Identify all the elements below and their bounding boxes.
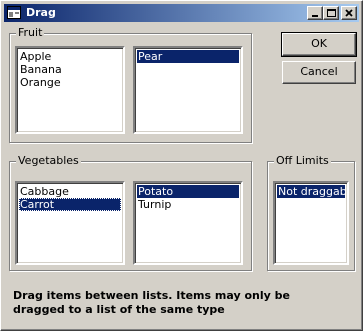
list-item[interactable]: Pear (137, 50, 239, 63)
window-app-icon (7, 6, 21, 19)
cancel-button[interactable]: Cancel (282, 61, 356, 84)
vegetables-source-list[interactable]: Cabbage Carrot (15, 181, 125, 265)
list-item[interactable]: Orange (19, 76, 121, 89)
list-item[interactable]: Not draggable (277, 185, 347, 198)
instructions-text: Drag items between lists. Items may only… (13, 289, 290, 316)
window-title: Drag (26, 6, 56, 19)
list-item[interactable]: Banana (19, 63, 121, 76)
off-limits-list[interactable]: Not draggable (273, 181, 349, 265)
list-item[interactable]: Cabbage (19, 185, 121, 198)
vegetables-target-list[interactable]: Potato Turnip (133, 181, 243, 265)
drag-dialog: Drag Fruit Apple Banana Orange Pear Vegeta… (0, 0, 363, 331)
minimize-icon (312, 15, 318, 17)
maximize-icon (327, 9, 336, 17)
close-button[interactable] (341, 6, 357, 20)
ok-button[interactable]: OK (281, 32, 357, 57)
list-item[interactable]: Carrot (19, 198, 121, 211)
maximize-button[interactable] (323, 6, 339, 20)
title-bar[interactable]: Drag (4, 4, 359, 22)
minimize-button[interactable] (307, 6, 323, 20)
off-limits-group-label: Off Limits (274, 154, 331, 167)
list-item[interactable]: Potato (137, 185, 239, 198)
list-item[interactable]: Turnip (137, 198, 239, 211)
fruit-group-label: Fruit (16, 26, 45, 39)
close-icon (345, 9, 353, 17)
fruit-source-list[interactable]: Apple Banana Orange (15, 46, 125, 134)
vegetables-group-label: Vegetables (16, 154, 81, 167)
list-item[interactable]: Apple (19, 50, 121, 63)
fruit-target-list[interactable]: Pear (133, 46, 243, 134)
